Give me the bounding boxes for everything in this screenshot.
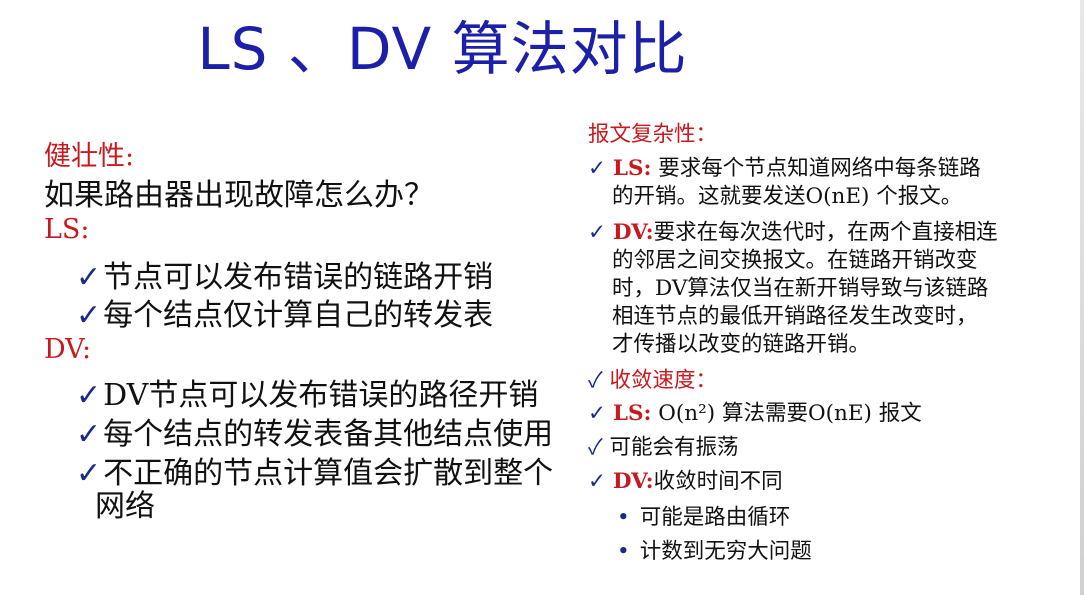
- sub-list-item: • 可能是路由循环: [617, 505, 791, 530]
- list-item: ✓ 可能会有振荡: [588, 435, 739, 460]
- page-title: LS 、DV 算法对比: [197, 15, 688, 83]
- check-icon: ✓: [588, 401, 607, 426]
- list-item: ✓ LS: O(n²) 算法需要O(nE) 报文: [588, 401, 922, 426]
- list-item-continuation: 时，DV算法仅当在新开销导致与该链路: [612, 276, 989, 301]
- convergence-heading: ✓ 收敛速度：: [588, 368, 718, 393]
- message-complexity-heading: 报文复杂性：: [588, 122, 718, 147]
- bullet-icon: •: [617, 539, 630, 564]
- check-icon: ✓: [588, 220, 607, 245]
- list-item: ✓ DV:收敛时间不同: [588, 469, 783, 494]
- list-item-continuation: 的开销。这就要发送O(nE) 个报文。: [612, 184, 963, 209]
- check-icon: ✓: [76, 298, 102, 333]
- slide-edge-divider: [1080, 0, 1084, 595]
- list-item-continuation: 网络: [95, 489, 155, 524]
- robustness-heading: 健壮性:: [44, 141, 135, 172]
- list-item-continuation: 的邻居之间交换报文。在链路开销改变: [612, 248, 978, 273]
- list-item: ✓每个结点仅计算自己的转发表: [76, 298, 494, 333]
- dv-label: DV:: [44, 334, 92, 365]
- check-icon: ✓: [76, 417, 102, 452]
- check-icon: ✓: [588, 368, 603, 393]
- list-item: ✓DV节点可以发布错误的路径开销: [76, 378, 539, 413]
- sub-list-item: • 计数到无穷大问题: [617, 539, 812, 564]
- list-item: ✓ DV:要求在每次迭代时，在两个直接相连: [588, 220, 998, 245]
- bullet-icon: •: [617, 505, 630, 530]
- robustness-question: 如果路由器出现故障怎么办？: [44, 178, 434, 213]
- list-item: ✓每个结点的转发表备其他结点使用: [76, 417, 554, 452]
- check-icon: ✓: [76, 378, 102, 413]
- ls-label: LS:: [44, 214, 90, 245]
- list-item-continuation: 相连节点的最低开销路径发生改变时，: [612, 304, 978, 329]
- check-icon: ✓: [588, 435, 603, 460]
- list-item-continuation: 才传播以改变的链路开销。: [612, 332, 871, 357]
- check-icon: ✓: [588, 156, 607, 181]
- check-icon: ✓: [588, 469, 607, 494]
- list-item: ✓ LS: 要求每个节点知道网络中每条链路: [588, 156, 981, 181]
